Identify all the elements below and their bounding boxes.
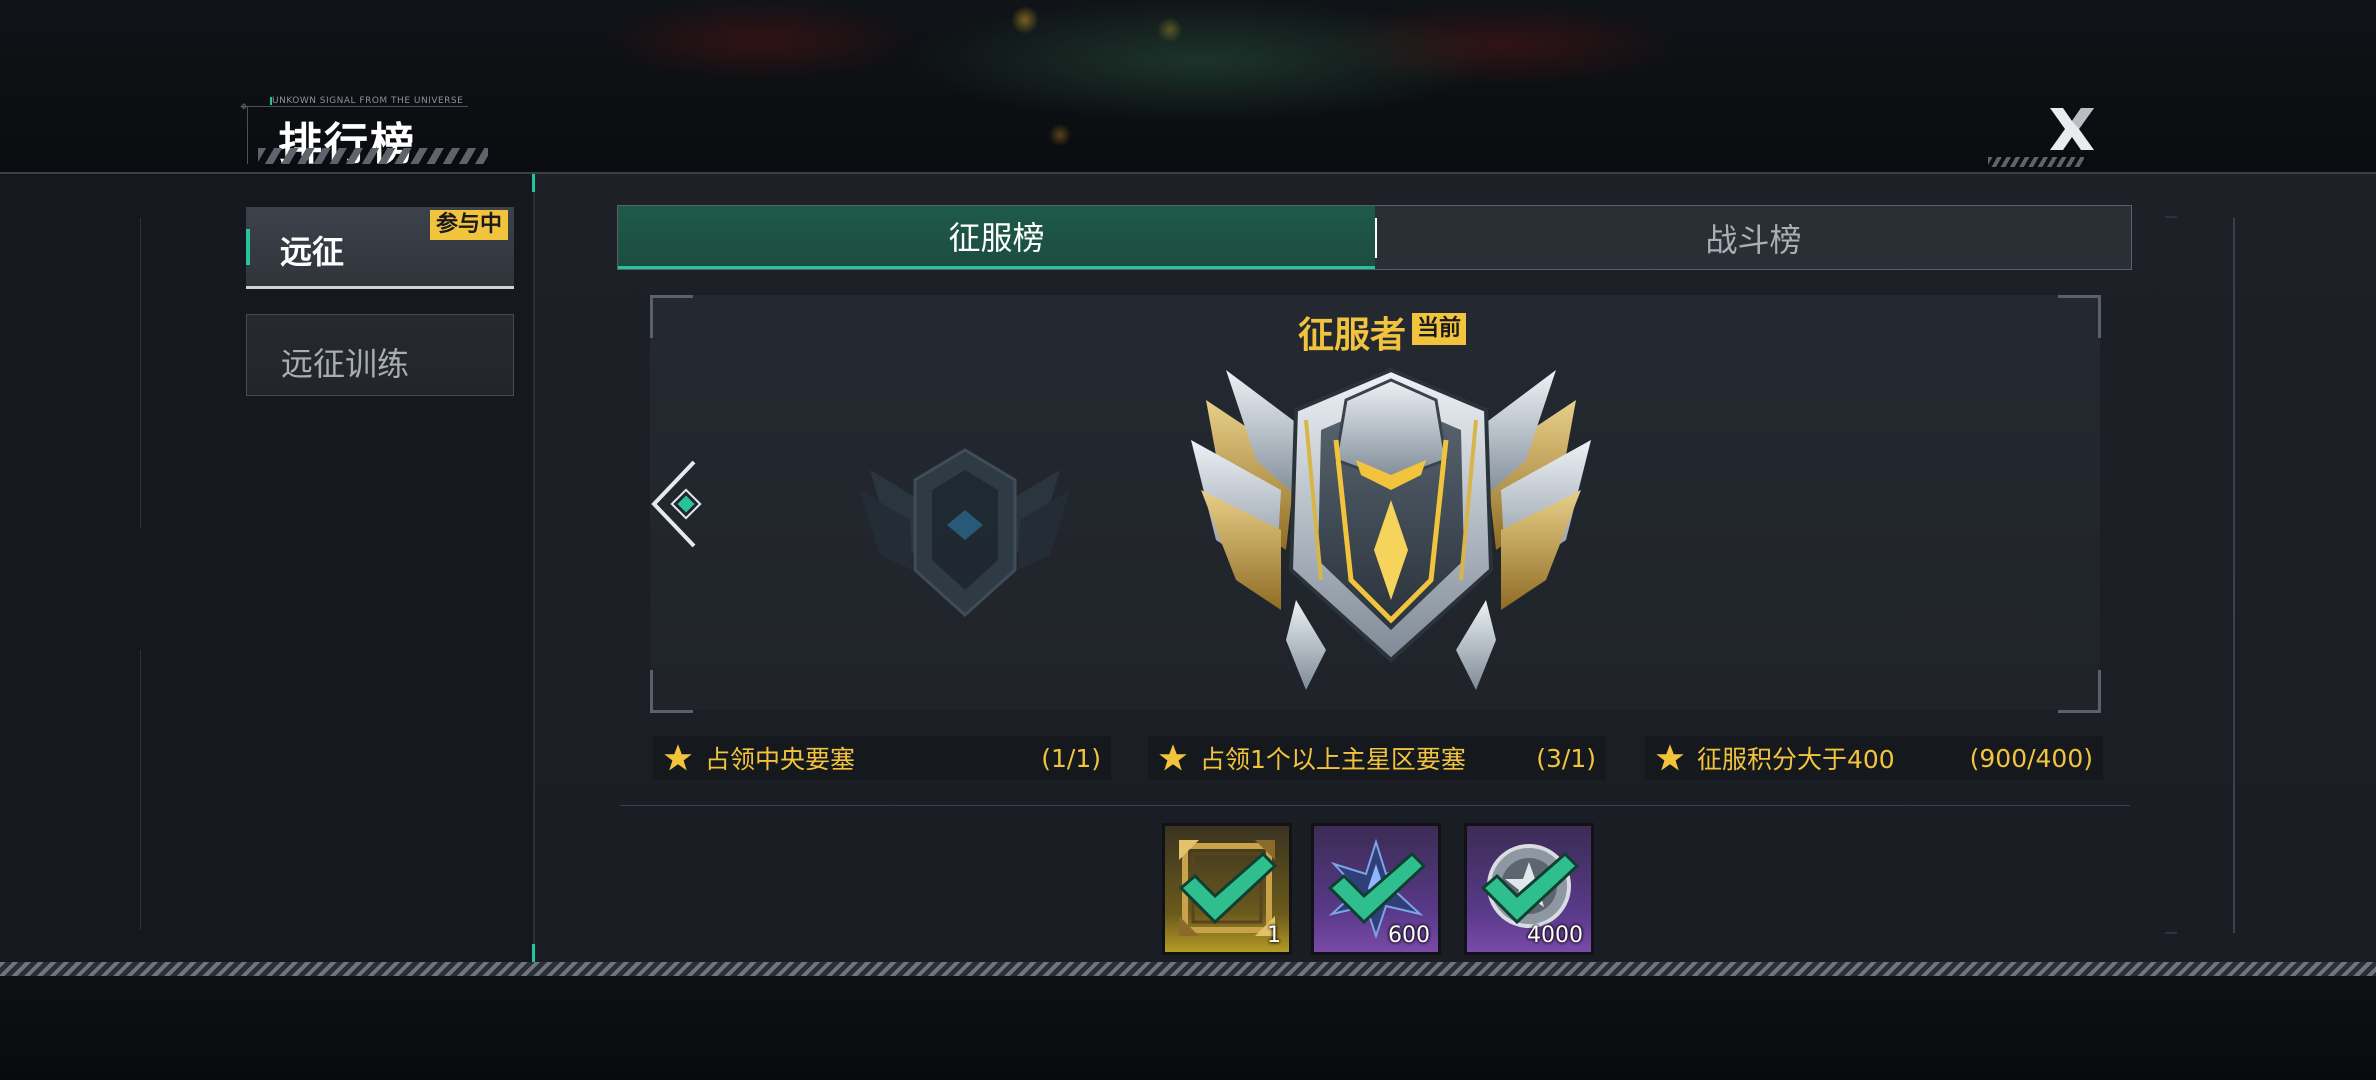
sidebar-item-expedition-training[interactable]: 远征训练 <box>246 314 514 396</box>
header-rule <box>248 106 468 107</box>
star-icon <box>664 744 692 771</box>
requirement-progress: (1/1) <box>1041 743 1101 773</box>
previous-rank-button[interactable] <box>648 458 708 550</box>
frame-line-left <box>140 218 141 528</box>
participating-badge: 参与中 <box>430 210 509 240</box>
tab-battle[interactable]: 战斗榜 <box>1376 206 2131 269</box>
star-icon <box>1656 744 1684 771</box>
corner-bracket <box>2058 295 2101 338</box>
reward-item-star-coin[interactable]: 4000 <box>1464 823 1594 955</box>
conqueror-emblem-icon <box>1191 367 1591 690</box>
tab-conquest[interactable]: 征服榜 <box>618 206 1375 269</box>
claimed-check-icon <box>1480 851 1580 925</box>
corner-bracket <box>2058 670 2101 713</box>
panel-bottom-stripe <box>0 962 2376 976</box>
close-icon <box>2050 108 2094 150</box>
claimed-check-icon <box>1178 851 1278 925</box>
star-icon <box>1159 744 1187 771</box>
leaderboard-tabs: 征服榜 战斗榜 <box>617 205 2132 270</box>
frame-line-left-lower <box>140 650 141 930</box>
game-backdrop-bottom <box>0 975 2376 1080</box>
header-hatch <box>258 148 488 164</box>
requirement-text: 征服积分大于400 <box>1697 745 1895 774</box>
requirement-row: 占领中央要塞 (1/1) <box>653 736 1111 780</box>
header-subtitle: UNKOWN SIGNAL FROM THE UNIVERSE <box>272 96 464 106</box>
claimed-check-icon <box>1327 851 1427 925</box>
leaderboard-screen: ⌖ UNKOWN SIGNAL FROM THE UNIVERSE 排行榜 远征… <box>0 0 2376 1080</box>
corner-bracket <box>650 670 693 713</box>
reward-item-avatar-frame[interactable]: 1 <box>1162 823 1292 955</box>
frame-line-right <box>2233 218 2235 933</box>
sidebar-accent-bottom <box>532 944 535 962</box>
requirement-progress: (3/1) <box>1536 743 1596 773</box>
close-hatch <box>1988 157 2084 167</box>
requirement-row: 征服积分大于400 (900/400) <box>1645 736 2103 780</box>
previous-rank-emblem-icon <box>860 448 1070 618</box>
current-rank-badge: 当前 <box>1412 313 1467 345</box>
sidebar-item-label: 远征 <box>280 233 345 271</box>
reward-item-crystal[interactable]: 600 <box>1311 823 1441 955</box>
section-divider <box>620 805 2130 806</box>
frame-tick-bottom <box>2165 932 2177 934</box>
requirement-text: 占领中央要塞 <box>705 745 856 774</box>
sidebar-accent-top <box>532 174 535 192</box>
corner-bracket <box>650 295 693 338</box>
reward-quantity: 1 <box>1267 923 1281 948</box>
requirement-row: 占领1个以上主星区要塞 (3/1) <box>1148 736 1606 780</box>
chevron-left-icon <box>651 460 702 548</box>
reward-quantity: 4000 <box>1527 923 1583 948</box>
close-button[interactable] <box>2036 98 2108 160</box>
sidebar-item-label: 远征训练 <box>281 345 410 383</box>
requirement-progress: (900/400) <box>1969 743 2093 773</box>
reward-quantity: 600 <box>1388 923 1430 948</box>
header-bracket <box>247 106 248 164</box>
frame-tick-top <box>2165 216 2177 218</box>
sidebar-background <box>0 174 535 962</box>
requirement-text: 占领1个以上主星区要塞 <box>1200 745 1466 774</box>
